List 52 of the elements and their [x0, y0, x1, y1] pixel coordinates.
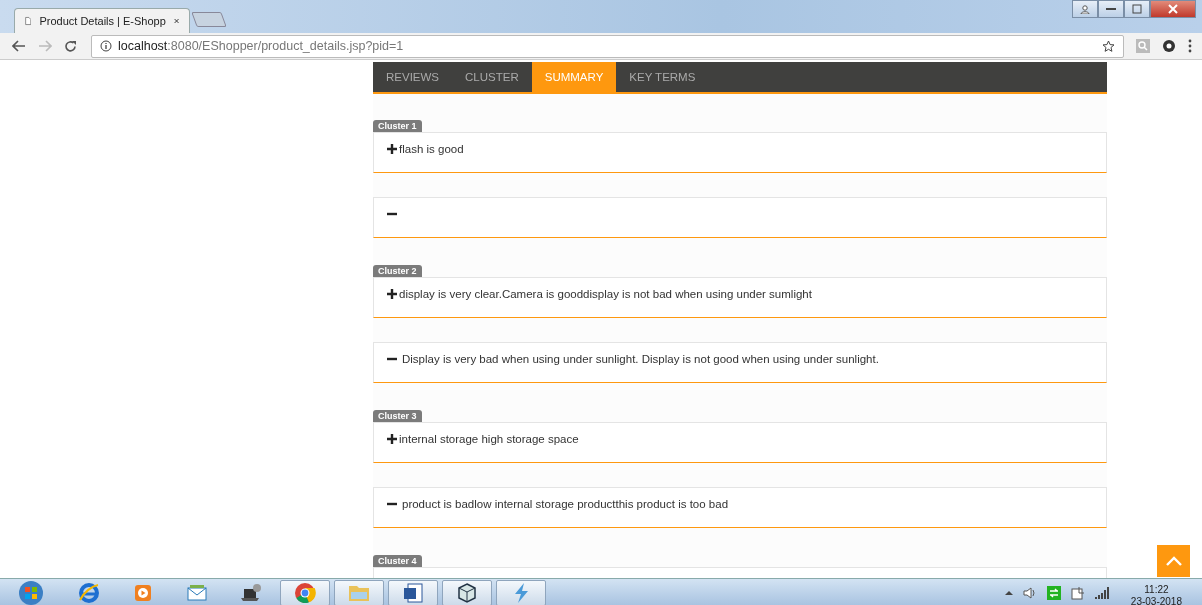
maximize-icon: [1132, 4, 1142, 14]
minimize-button[interactable]: [1098, 0, 1124, 18]
caret-icon[interactable]: [1004, 590, 1013, 595]
start-button[interactable]: [16, 579, 46, 605]
summary-text: Display is very bad when using under sunlight. Display is not good when using under sunlight.: [402, 352, 879, 365]
clock-date: 23-03-2018: [1130, 595, 1182, 605]
cluster-label: Cluster 1: [373, 120, 422, 132]
speaker-icon[interactable]: [1022, 586, 1037, 599]
cluster-label: Cluster 4: [373, 555, 422, 567]
taskbar-app[interactable]: [442, 579, 492, 605]
url-text: localhost:8080/EShopper/product_details.jsp?pid=1: [118, 39, 404, 53]
tab[interactable]: REVIEWS: [373, 62, 453, 92]
network-icon[interactable]: [1046, 585, 1061, 600]
plus-icon: [387, 433, 397, 444]
address-bar[interactable]: localhost:8080/EShopper/product_details.jsp?pid=1: [91, 34, 1124, 58]
new-tab-button[interactable]: [191, 12, 227, 27]
star-icon[interactable]: [1102, 39, 1115, 53]
tab[interactable]: CLUSTER: [452, 62, 532, 92]
close-icon: [1168, 4, 1178, 14]
summary-text: flash is good: [399, 142, 464, 155]
reload-icon[interactable]: [64, 39, 77, 53]
clock-time: 11:22: [1144, 583, 1169, 596]
play-icon: [133, 582, 153, 603]
menu-icon[interactable]: [1188, 39, 1192, 53]
plus-icon: [387, 143, 397, 154]
chevron-up-icon: [1165, 556, 1182, 566]
taskbar-app[interactable]: [388, 579, 438, 605]
info-icon: [100, 40, 112, 52]
power-icon[interactable]: [1070, 585, 1085, 600]
page-icon: [25, 15, 32, 27]
chrome-icon: [294, 581, 316, 604]
person-icon: [1080, 4, 1090, 14]
cube-icon: [456, 581, 478, 604]
minimize-icon: [1106, 7, 1116, 11]
summary-text: product is badlow internal storage productthis product is too bad: [402, 497, 729, 510]
mail-icon: [186, 582, 208, 603]
close-icon[interactable]: [173, 17, 179, 25]
signal-icon[interactable]: [1094, 586, 1109, 599]
browser-tab[interactable]: Product Details | E-Shopp: [14, 8, 190, 33]
scroll-top-button[interactable]: [1157, 545, 1190, 577]
laptop-icon: [239, 582, 263, 603]
tab[interactable]: KEY TERMS: [616, 62, 709, 92]
summary-text: internal storage high storage space: [399, 432, 579, 445]
tab-title: Product Details | E-Shopp: [39, 15, 166, 27]
back-icon[interactable]: [12, 40, 26, 52]
plus-icon: [387, 288, 397, 299]
close-button[interactable]: [1150, 0, 1196, 18]
document-icon: [402, 581, 424, 604]
ie-icon: [78, 581, 100, 604]
cluster-label: Cluster 2: [373, 265, 422, 277]
cluster-label: Cluster 3: [373, 410, 422, 422]
summary-text: display is very clear.Camera is gooddisplay is not bad when using under sumlight: [399, 287, 812, 300]
